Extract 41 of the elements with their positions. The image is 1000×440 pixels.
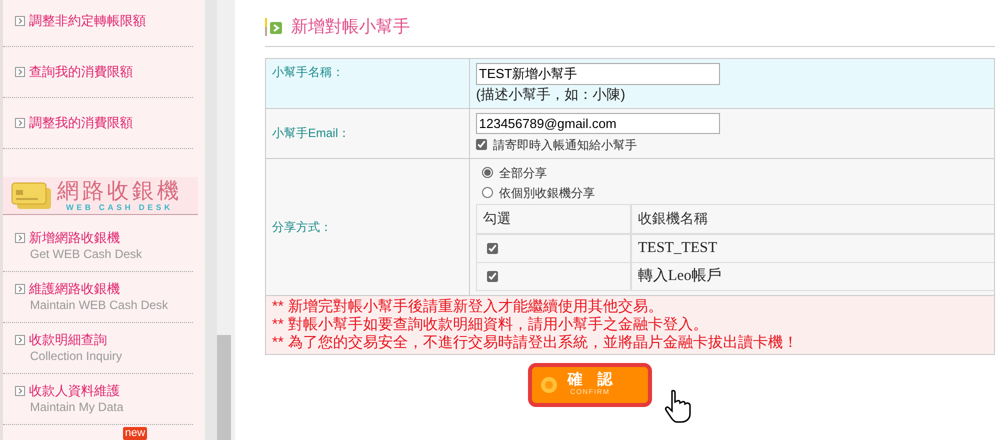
sidebar-link[interactable]: 收款明細查詢 bbox=[29, 332, 107, 348]
name-input[interactable]: TEST新增小幫手 bbox=[476, 62, 720, 84]
sidebar-sublabel: Maintain WEB Cash Desk bbox=[29, 297, 170, 313]
warning-note: ** 對帳小幫手如要查詢收款明細資料，請用小幫手之金融卡登入。 bbox=[272, 316, 709, 334]
sidebar-link[interactable]: 維護網路收銀機 bbox=[29, 281, 120, 297]
heading-marker-icon bbox=[265, 18, 285, 36]
credit-card-icon bbox=[11, 182, 53, 210]
page-heading: 新增對帳小幫手 bbox=[291, 16, 410, 38]
warning-note: ** 新增完對帳小幫手後請重新登入才能繼續使用其他交易。 bbox=[272, 298, 664, 316]
column-header: 勾選 bbox=[477, 204, 632, 232]
sidebar-sublabel: Maintain My Data bbox=[29, 399, 124, 415]
field-hint: (描述小幫手，如：小陳) bbox=[476, 84, 626, 102]
radio-button[interactable] bbox=[482, 187, 493, 198]
new-badge: new bbox=[123, 427, 148, 440]
section-title: 網路收銀機 bbox=[57, 178, 182, 202]
sidebar-link[interactable]: 新增網路收銀機 bbox=[29, 230, 120, 246]
radio-label: 依個別收銀機分享 bbox=[499, 184, 595, 202]
radio-label: 全部分享 bbox=[499, 164, 547, 182]
sidebar-sublabel: Get WEB Cash Desk bbox=[29, 246, 144, 262]
scrollbar-thumb[interactable] bbox=[217, 335, 231, 440]
column-header: 收銀機名稱 bbox=[637, 209, 709, 228]
field-label: 小幫手名稱： bbox=[272, 64, 344, 80]
checkbox[interactable] bbox=[487, 270, 498, 282]
sidebar-link[interactable]: 查詢我的消費限額 bbox=[29, 62, 133, 82]
radio-button[interactable] bbox=[482, 167, 493, 178]
sidebar-link[interactable]: 調整我的消費限額 bbox=[29, 113, 133, 133]
sidebar-sublabel: Collection Inquiry bbox=[29, 348, 124, 364]
checkbox[interactable] bbox=[476, 139, 487, 150]
circle-icon bbox=[540, 376, 558, 394]
section-subtitle: WEB CASH DESK bbox=[66, 202, 173, 212]
email-input[interactable]: 123456789@gmail.com bbox=[476, 112, 720, 134]
checkbox[interactable] bbox=[487, 242, 498, 254]
table-cell-text: TEST_TEST bbox=[637, 238, 718, 258]
sidebar-link[interactable]: 收款人資料維護 bbox=[29, 383, 120, 399]
table-cell-text: 轉入Leo帳戶 bbox=[637, 266, 722, 286]
checkbox-label: 請寄即時入帳通知給小幫手 bbox=[493, 136, 637, 154]
warning-note: ** 為了您的交易安全，不進行交易時請登出系統，並將晶片金融卡拔出讀卡機！ bbox=[272, 334, 799, 352]
hand-cursor-icon bbox=[664, 388, 694, 422]
sidebar-link[interactable]: 調整非約定轉帳限額 bbox=[29, 11, 146, 31]
field-label: 分享方式： bbox=[272, 218, 332, 236]
field-label: 小幫手Email： bbox=[272, 125, 350, 142]
